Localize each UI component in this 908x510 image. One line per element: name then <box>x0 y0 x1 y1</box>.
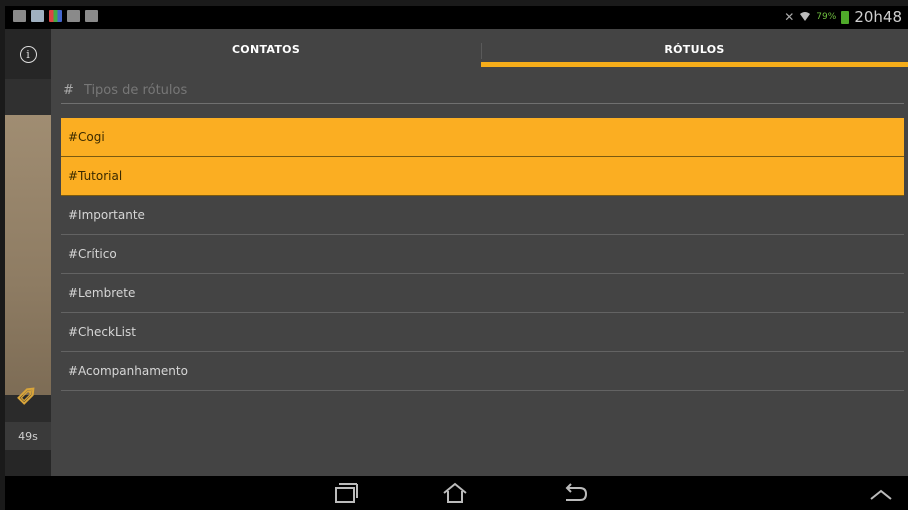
tab-bar: CONTATOS RÓTULOS <box>51 29 908 69</box>
list-item-lembrete[interactable]: #Lembrete <box>61 274 904 313</box>
left-strip-bottom <box>5 450 51 476</box>
left-strip-band <box>5 79 51 116</box>
labels-list: #Cogi #Tutorial #Importante #Crítico #Le… <box>61 118 904 391</box>
list-item-tutorial[interactable]: #Tutorial <box>61 157 904 196</box>
clock: 20h48 <box>854 8 902 26</box>
chevron-up-icon[interactable] <box>861 480 901 506</box>
background-photo <box>5 115 51 395</box>
wifi-icon <box>799 10 811 25</box>
list-item-cogi[interactable]: #Cogi <box>61 118 904 157</box>
chart-icon <box>49 10 62 22</box>
battery-percent: 79% <box>816 12 837 22</box>
battery-icon <box>841 10 850 24</box>
active-tab-indicator <box>481 62 908 67</box>
gallery-icon <box>85 10 98 22</box>
system-status: ✕ 79% 20h48 <box>784 8 902 26</box>
labels-panel: CONTATOS RÓTULOS # #Cogi #Tutorial #Impo… <box>51 29 908 476</box>
list-item-importante[interactable]: #Importante <box>61 196 904 235</box>
image-icon <box>31 10 44 22</box>
recent-apps-icon[interactable] <box>325 480 365 506</box>
back-icon[interactable] <box>555 480 595 506</box>
hash-prefix: # <box>63 82 74 98</box>
left-strip: i 49s <box>5 29 51 476</box>
list-item-acompanhamento[interactable]: #Acompanhamento <box>61 352 904 391</box>
notification-icons <box>13 10 98 22</box>
navigation-bar <box>5 476 908 510</box>
calculator-icon <box>67 10 80 22</box>
info-button[interactable]: i <box>5 29 51 79</box>
list-item-checklist[interactable]: #CheckList <box>61 313 904 352</box>
email-icon <box>13 10 26 22</box>
timer-label: 49s <box>5 422 51 450</box>
home-icon[interactable] <box>435 480 475 506</box>
status-bar: ✕ 79% 20h48 <box>5 6 908 29</box>
label-search: # <box>61 77 904 104</box>
mute-icon: ✕ <box>784 10 795 24</box>
label-search-input[interactable] <box>83 82 864 98</box>
tab-contatos[interactable]: CONTATOS <box>51 29 481 69</box>
tag-icon[interactable] <box>13 381 41 409</box>
list-item-critico[interactable]: #Crítico <box>61 235 904 274</box>
info-icon: i <box>19 45 37 63</box>
